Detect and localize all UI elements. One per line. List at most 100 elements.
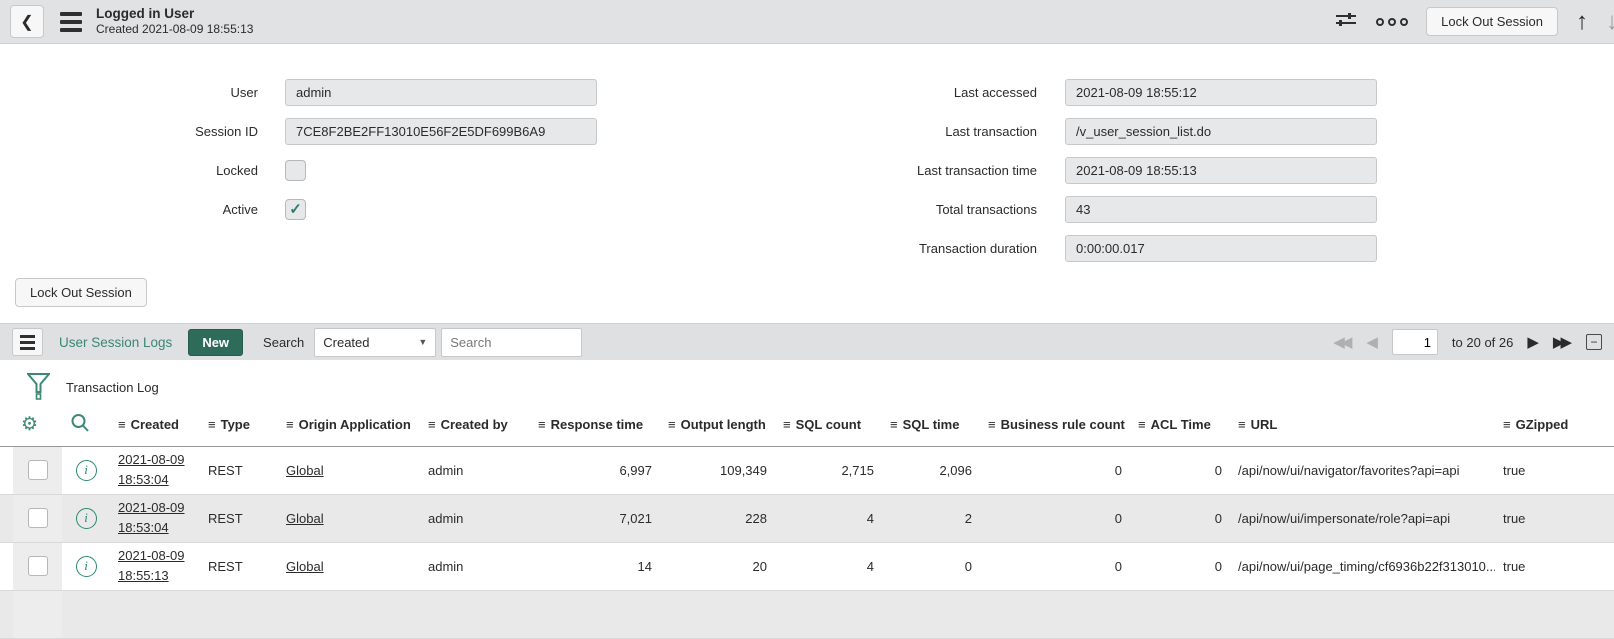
cell-origin: Global <box>278 542 420 590</box>
created-record-link[interactable]: 2021-08-09 18:53:04 <box>118 452 185 487</box>
list-title-link[interactable]: User Session Logs <box>59 335 172 350</box>
origin-link[interactable]: Global <box>286 559 324 574</box>
cell-origin: Global <box>278 446 420 494</box>
lock-out-session-header-button[interactable]: Lock Out Session <box>1426 7 1558 36</box>
cell-acl-time: 0 <box>1214 558 1222 574</box>
form-row-active: Active ✓ <box>0 195 306 223</box>
origin-link[interactable]: Global <box>286 463 324 478</box>
column-sort-icon: ≡ <box>1238 417 1246 433</box>
column-header-origin-application[interactable]: ≡ Origin Application <box>278 404 420 447</box>
active-checkbox[interactable]: ✓ <box>285 198 306 220</box>
gear-icon: ⚙ <box>21 414 39 436</box>
checkmark-icon: ✓ <box>289 200 302 218</box>
back-button[interactable]: ❮ <box>10 5 44 38</box>
last-page-icon[interactable]: ▶▶ <box>1553 335 1572 350</box>
column-header-created[interactable]: ≡ Created <box>110 404 200 447</box>
created-record-link[interactable]: 2021-08-09 18:55:13 <box>118 548 185 583</box>
column-sort-icon: ≡ <box>988 417 996 433</box>
transaction-duration-field[interactable]: 0:00:00.017 <box>1065 234 1377 262</box>
user-session-logs-table: ⚙ ≡ Created ≡ Type ≡ Origin Application ≡ Creat… <box>0 404 1614 639</box>
field-label-active: Active <box>222 201 258 217</box>
cell-sql-time: 0 <box>964 558 972 574</box>
list-search-input[interactable] <box>441 327 583 357</box>
column-sort-icon: ≡ <box>208 417 216 433</box>
next-page-icon[interactable]: ▶ <box>1527 335 1539 350</box>
form-row-user: User admin <box>0 78 597 106</box>
cell-url: /api/now/ui/impersonate/role?api=api <box>1238 510 1451 526</box>
row-checkbox[interactable] <box>27 556 48 576</box>
filter-breadcrumb[interactable]: Transaction Log <box>66 380 159 395</box>
origin-link[interactable]: Global <box>286 511 324 526</box>
created-record-link[interactable]: 2021-08-09 18:53:04 <box>118 500 185 535</box>
column-header-url[interactable]: ≡ URL <box>1230 404 1495 447</box>
column-header-sql-time[interactable]: ≡ SQL time <box>882 404 980 447</box>
cell-gzipped: true <box>1503 558 1526 574</box>
more-options-icon[interactable] <box>1376 17 1409 26</box>
page-title: Logged in User <box>96 6 195 22</box>
cell-response-time: 7,021 <box>619 510 652 526</box>
cell-type: REST <box>208 558 243 574</box>
column-header-response-time[interactable]: ≡ Response time <box>530 404 660 447</box>
log-table-row: i 2021-08-09 18:55:13 REST Global admin 14 20 4 0… <box>0 542 1614 590</box>
sliders-icon <box>1336 13 1357 26</box>
personalize-list-gear[interactable]: ⚙ <box>13 404 62 447</box>
field-label-last-transaction: Last transaction <box>945 123 1037 139</box>
cell-sql-count: 4 <box>866 510 874 526</box>
filter-funnel-icon[interactable] <box>25 372 52 403</box>
previous-record-icon[interactable]: ↑ <box>1576 9 1588 34</box>
cell-response-time: 14 <box>637 558 652 574</box>
form-context-menu-icon[interactable] <box>60 11 82 32</box>
last-transaction-time-field[interactable]: 2021-08-09 18:55:13 <box>1065 156 1377 184</box>
record-preview-icon[interactable]: i <box>75 459 97 481</box>
column-header-output-length[interactable]: ≡ Output length <box>660 404 775 447</box>
last-transaction-field[interactable]: /v_user_session_list.do <box>1065 117 1377 145</box>
cell-acl-time: 0 <box>1214 462 1222 478</box>
row-checkbox[interactable] <box>27 460 48 480</box>
collapse-list-icon[interactable]: − <box>1586 334 1602 350</box>
cell-url: /api/now/ui/page_timing/cf6936b22f313010… <box>1238 558 1495 574</box>
first-page-icon[interactable]: ◀◀ <box>1333 335 1352 350</box>
record-preview-icon[interactable]: i <box>75 555 97 577</box>
lock-out-session-form-button[interactable]: Lock Out Session <box>15 278 147 307</box>
cell-sql-time: 2 <box>964 510 972 526</box>
record-title-block: Logged in User Created 2021-08-09 18:55:… <box>96 6 253 37</box>
form-row-total-transactions: Total transactions 43 <box>737 195 1377 223</box>
column-header-sql-count[interactable]: ≡ SQL count <box>775 404 882 447</box>
form-row-session-id: Session ID 7CE8F2BE2FF13010E56F2E5DF699B… <box>0 117 597 145</box>
search-field-select[interactable]: Created ▼ <box>314 327 437 357</box>
row-range-text: to 20 of 26 <box>1451 334 1514 350</box>
column-header-business-rule-count[interactable]: ≡ Business rule count <box>980 404 1130 447</box>
session-id-field[interactable]: 7CE8F2BE2FF13010E56F2E5DF699B6A9 <box>285 117 597 145</box>
cell-type: REST <box>208 462 243 478</box>
list-search-toggle[interactable] <box>62 404 110 447</box>
page-number-input[interactable] <box>1391 329 1438 355</box>
row-checkbox[interactable] <box>27 508 48 528</box>
column-header-gzipped[interactable]: ≡ GZipped <box>1495 404 1614 447</box>
personalize-form-icon[interactable] <box>1334 10 1358 33</box>
field-label-session-id: Session ID <box>195 123 258 139</box>
form-row-locked: Locked <box>0 156 306 184</box>
field-label-transaction-duration: Transaction duration <box>918 240 1037 256</box>
last-accessed-field[interactable]: 2021-08-09 18:55:12 <box>1065 78 1377 106</box>
new-record-button[interactable]: New <box>188 328 244 356</box>
field-label-last-accessed: Last accessed <box>953 84 1037 100</box>
field-label-locked: Locked <box>216 162 258 178</box>
previous-page-icon[interactable]: ◀ <box>1366 335 1378 350</box>
locked-checkbox[interactable] <box>285 159 306 181</box>
list-context-menu-icon[interactable] <box>12 328 43 356</box>
list-pagination: ◀◀ ◀ to 20 of 26 ▶ ▶▶ − <box>1333 329 1602 355</box>
column-sort-icon: ≡ <box>890 417 898 433</box>
total-transactions-field[interactable]: 43 <box>1065 195 1377 223</box>
user-field[interactable]: admin <box>285 78 597 106</box>
next-record-icon[interactable]: ↓ <box>1606 9 1614 34</box>
column-sort-icon: ≡ <box>668 417 676 433</box>
search-field-selected-value: Created <box>323 334 370 350</box>
column-header-type[interactable]: ≡ Type <box>200 404 278 447</box>
column-sort-icon: ≡ <box>1138 417 1146 433</box>
column-sort-icon: ≡ <box>538 417 546 433</box>
column-header-acl-time[interactable]: ≡ ACL Time <box>1130 404 1230 447</box>
record-preview-icon[interactable]: i <box>75 507 97 529</box>
cell-response-time: 6,997 <box>619 462 652 478</box>
column-header-created-by[interactable]: ≡ Created by <box>420 404 530 447</box>
cell-gzipped: true <box>1503 462 1526 478</box>
